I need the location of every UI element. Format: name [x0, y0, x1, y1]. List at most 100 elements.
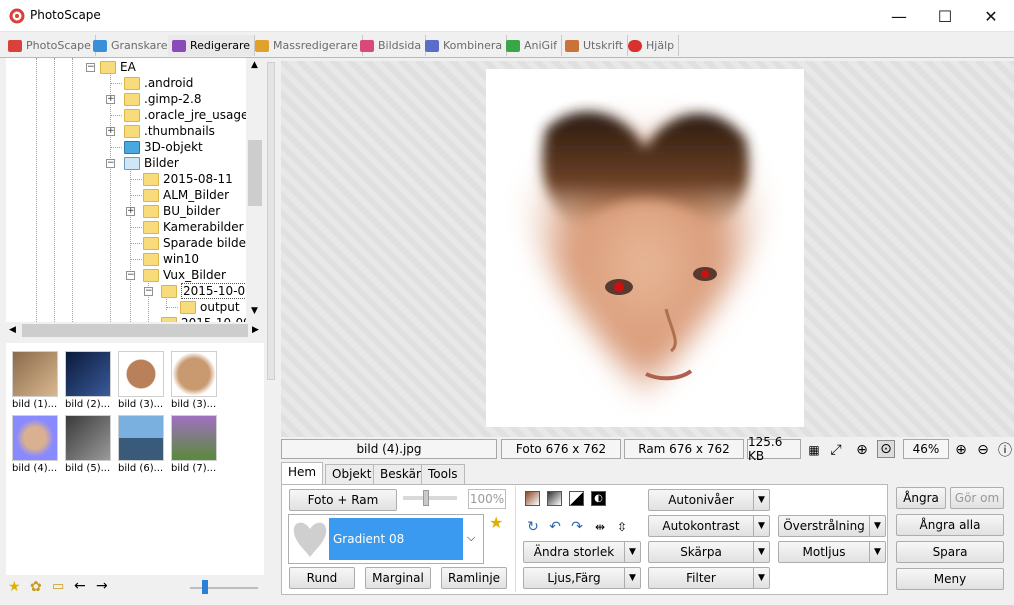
transparency-grid-icon[interactable]: ▦ [805, 441, 823, 459]
tab-combine[interactable]: Kombinera [421, 35, 508, 56]
scrollbar-thumb[interactable] [22, 324, 248, 337]
tree-horizontal-scrollbar[interactable]: ◀ ▶ [6, 322, 264, 339]
dropdown-arrow-icon[interactable]: ▼ [753, 542, 769, 562]
tree-node[interactable]: EA [100, 59, 136, 75]
tab-photoscape[interactable]: PhotoScape [4, 35, 96, 56]
tab-object[interactable]: Objekt [325, 464, 379, 484]
dropdown-arrow-icon[interactable]: ▼ [753, 516, 769, 536]
frame-select-dropdown[interactable]: Gradient 08 ⌵ [288, 514, 484, 564]
dropdown-arrow-icon[interactable]: ▼ [869, 516, 885, 536]
flip-horizontal-icon[interactable]: ⇹ [591, 518, 609, 536]
rotate-right-icon[interactable]: ↻ [524, 518, 542, 536]
dropdown-arrow-icon[interactable]: ▼ [869, 542, 885, 562]
rotate-left-icon[interactable]: ↶ [546, 518, 564, 536]
frameline-button[interactable]: Ramlinje [441, 567, 507, 589]
folder-tree[interactable]: − EA .android + .gimp-2.8 .oracle_jre_us… [6, 58, 264, 322]
tree-node[interactable]: .thumbnails [124, 123, 215, 139]
photo-frame-button[interactable]: Foto + Ram [289, 489, 397, 511]
tree-node[interactable]: Sparade bilder [143, 235, 251, 251]
tree-node-selected[interactable]: 2015-10-01 [161, 283, 255, 299]
thumbnail[interactable]: bild (3)... [171, 351, 219, 410]
folder-tree-icon[interactable]: ✿ [30, 579, 42, 595]
tree-node[interactable]: Kamerabilder [143, 219, 244, 235]
margin-button[interactable]: Marginal [365, 567, 431, 589]
tab-batch-editor[interactable]: Massredigerare [251, 35, 363, 56]
tree-node[interactable]: 3D-objekt [124, 139, 203, 155]
menu-button[interactable]: Meny [896, 568, 1004, 590]
tab-print[interactable]: Utskrift [561, 35, 629, 56]
tree-node[interactable]: 2015-10-09 [161, 315, 251, 322]
undo-button[interactable]: Ångra [896, 487, 946, 509]
dropdown-arrow-icon[interactable]: ▼ [624, 568, 640, 588]
tree-node[interactable]: BU_bilder [143, 203, 220, 219]
scroll-left-icon[interactable]: ◀ [9, 325, 16, 335]
thumbnail[interactable]: bild (4)... [12, 415, 60, 474]
tab-crop[interactable]: Beskär [373, 464, 428, 484]
open-folder-icon[interactable]: ▭ [52, 579, 64, 594]
dropdown-arrow-icon[interactable]: ▼ [624, 542, 640, 562]
thumbnail[interactable]: bild (1)... [12, 351, 60, 410]
thumbnail[interactable]: bild (6)... [118, 415, 166, 474]
tree-node[interactable]: ALM_Bilder [143, 187, 229, 203]
forward-arrow-icon[interactable]: → [96, 578, 108, 594]
round-button[interactable]: Rund [289, 567, 355, 589]
frame-opacity-slider[interactable] [403, 496, 457, 500]
zoom-fit-icon[interactable]: ⊙ [877, 440, 895, 458]
tree-node[interactable]: Vux_Bilder [143, 267, 226, 283]
scrollbar-thumb[interactable] [248, 140, 262, 206]
thumbnail[interactable]: bild (5)... [65, 415, 113, 474]
auto-level-button[interactable]: Autonivåer ▼ [648, 489, 770, 511]
rotate-right-90-icon[interactable]: ↷ [568, 518, 586, 536]
tree-node[interactable]: output [180, 299, 240, 315]
bloom-button[interactable]: Överstrålning ▼ [778, 515, 886, 537]
backlight-button[interactable]: Motljus ▼ [778, 541, 886, 563]
back-arrow-icon[interactable]: ← [74, 578, 86, 594]
tree-node[interactable]: .gimp-2.8 [124, 91, 202, 107]
panel-splitter[interactable] [266, 62, 276, 582]
close-button[interactable]: ✕ [968, 0, 1014, 32]
auto-contrast-button[interactable]: Autokontrast ▼ [648, 515, 770, 537]
tab-editor[interactable]: Redigerare [168, 35, 256, 56]
undo-all-button[interactable]: Ångra alla [896, 514, 1004, 536]
tree-node[interactable]: .oracle_jre_usage [124, 107, 248, 123]
tab-home[interactable]: Hem [281, 462, 324, 485]
brightness-color-button[interactable]: Ljus,Färg ▼ [523, 567, 641, 589]
resize-button[interactable]: Ändra storlek ▼ [523, 541, 641, 563]
dropdown-arrow-icon[interactable]: ▼ [753, 568, 769, 588]
redo-button[interactable]: Gör om [950, 487, 1004, 509]
favorite-star-icon[interactable]: ★ [489, 513, 503, 532]
slider-thumb[interactable] [202, 580, 208, 594]
chevron-down-icon[interactable]: ⌵ [467, 531, 475, 545]
star-icon[interactable]: ★ [8, 579, 21, 595]
info-icon[interactable]: ⓘ [996, 441, 1014, 459]
tree-node[interactable]: .android [124, 75, 193, 91]
flip-vertical-icon[interactable]: ⇳ [613, 518, 631, 536]
scroll-up-icon[interactable]: ▲ [251, 60, 258, 70]
filter-button[interactable]: Filter ▼ [648, 567, 770, 589]
dropdown-arrow-icon[interactable]: ▼ [753, 490, 769, 510]
thumbnail[interactable]: bild (3)... [118, 351, 166, 410]
fit-screen-icon[interactable]: ⤢ [827, 441, 845, 459]
sharpen-button[interactable]: Skärpa ▼ [648, 541, 770, 563]
tree-vertical-scrollbar[interactable]: ▲ ▼ [246, 58, 264, 322]
thumbnail-size-slider[interactable] [190, 587, 258, 589]
slider-thumb[interactable] [423, 490, 429, 506]
tab-help[interactable]: Hjälp [624, 35, 680, 56]
tab-viewer[interactable]: Granskare [89, 35, 173, 56]
zoom-actual-icon[interactable]: ⊕ [853, 441, 871, 459]
scroll-right-icon[interactable]: ▶ [252, 325, 259, 335]
tree-node[interactable]: 2015-08-11 [143, 171, 233, 187]
grayscale-icon[interactable] [547, 491, 562, 506]
thumbnail[interactable]: bild (2)... [65, 351, 113, 410]
minimize-button[interactable]: — [876, 0, 922, 32]
tree-node[interactable]: win10 [143, 251, 199, 267]
save-button[interactable]: Spara [896, 541, 1004, 563]
scroll-down-icon[interactable]: ▼ [251, 306, 258, 316]
zoom-in-icon[interactable]: ⊕ [952, 441, 970, 459]
thumbnail[interactable]: bild (7)... [171, 415, 219, 474]
tree-node[interactable]: Bilder [124, 155, 179, 171]
photo-canvas[interactable] [486, 69, 804, 427]
tab-tools[interactable]: Tools [421, 464, 465, 484]
zoom-out-icon[interactable]: ⊖ [974, 441, 992, 459]
negative-icon[interactable]: ◐ [591, 491, 606, 506]
